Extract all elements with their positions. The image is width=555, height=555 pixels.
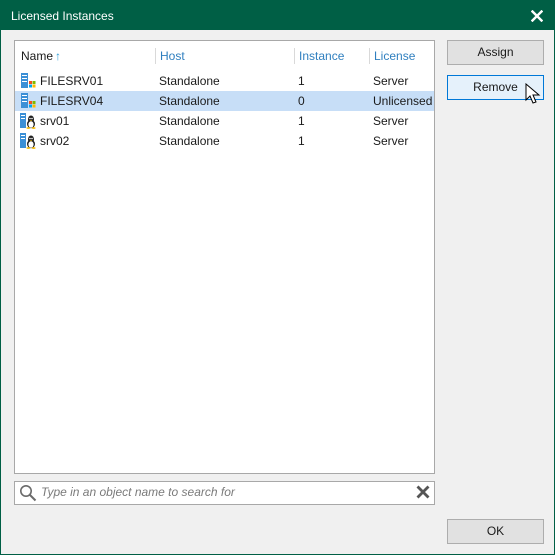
- assign-button[interactable]: Assign: [447, 40, 544, 65]
- column-header-license[interactable]: License: [374, 41, 415, 71]
- linux-server-icon: [20, 133, 36, 149]
- windows-server-icon: [21, 93, 36, 108]
- mouse-cursor-icon: [525, 83, 541, 104]
- column-divider[interactable]: [155, 48, 156, 64]
- licensed-instances-dialog: Licensed Instances Name ↑ Host Instance L…: [0, 0, 555, 555]
- column-header-name[interactable]: Name ↑: [21, 41, 61, 71]
- cell-instance: 1: [298, 134, 305, 148]
- cell-name: srv02: [40, 134, 70, 148]
- cell-host: Standalone: [159, 74, 220, 88]
- column-divider[interactable]: [294, 48, 295, 64]
- column-header-instance[interactable]: Instance: [299, 41, 344, 71]
- table-row[interactable]: FILESRV01 Standalone 1 Server: [15, 71, 434, 91]
- column-header-host[interactable]: Host: [160, 41, 185, 71]
- close-button[interactable]: [520, 1, 554, 30]
- instances-list[interactable]: Name ↑ Host Instance License FILESRV01 St: [14, 40, 435, 474]
- column-divider[interactable]: [369, 48, 370, 64]
- cell-license: Server: [373, 74, 409, 88]
- list-header: Name ↑ Host Instance License: [15, 41, 434, 71]
- cell-instance: 1: [298, 74, 305, 88]
- cell-license: Unlicensed: [373, 94, 433, 108]
- column-header-name-label: Name: [21, 49, 54, 63]
- cell-instance: 1: [298, 114, 305, 128]
- search-icon: [20, 485, 37, 502]
- clear-search-icon[interactable]: [416, 485, 430, 499]
- title-bar: Licensed Instances: [1, 1, 554, 30]
- search-input[interactable]: [41, 483, 401, 501]
- cell-host: Standalone: [159, 94, 220, 108]
- cell-host: Standalone: [159, 114, 220, 128]
- cell-name: FILESRV04: [40, 94, 104, 108]
- cell-name: srv01: [40, 114, 70, 128]
- table-row[interactable]: srv01 Standalone 1 Server: [15, 111, 434, 131]
- table-row[interactable]: srv02 Standalone 1 Server: [15, 131, 434, 151]
- close-icon: [531, 9, 543, 22]
- ok-button[interactable]: OK: [447, 519, 544, 544]
- cell-instance: 0: [298, 94, 305, 108]
- cell-name: FILESRV01: [40, 74, 104, 88]
- linux-server-icon: [20, 113, 36, 129]
- sort-ascending-icon: ↑: [55, 49, 62, 63]
- window-title: Licensed Instances: [11, 9, 114, 23]
- table-row-selected[interactable]: FILESRV04 Standalone 0 Unlicensed: [15, 91, 434, 111]
- cell-host: Standalone: [159, 134, 220, 148]
- windows-server-icon: [21, 73, 36, 88]
- cell-license: Server: [373, 134, 409, 148]
- cell-license: Server: [373, 114, 409, 128]
- search-box[interactable]: [14, 481, 435, 505]
